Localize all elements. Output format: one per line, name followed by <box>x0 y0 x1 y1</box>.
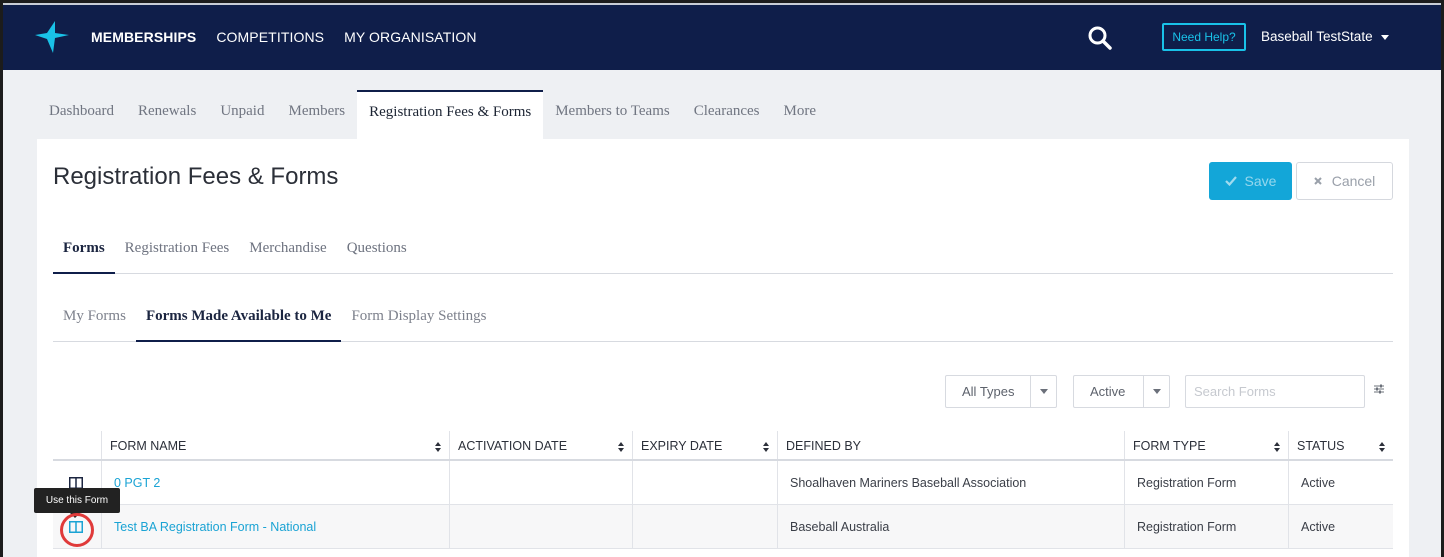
form-type-cell: Registration Form <box>1124 461 1288 504</box>
nav-competitions[interactable]: COMPETITIONS <box>216 29 324 45</box>
sort-icon <box>1379 442 1385 452</box>
col-header-activation-date[interactable]: ACTIVATION DATE <box>449 431 632 459</box>
highlight-annotation <box>60 513 94 547</box>
status-cell: Active <box>1288 505 1393 548</box>
tab-questions[interactable]: Questions <box>337 231 417 274</box>
cancel-label: Cancel <box>1331 173 1376 189</box>
search-forms-input[interactable] <box>1185 375 1365 408</box>
forms-subtabs: My Forms Forms Made Available to Me Form… <box>53 299 1393 342</box>
nav-memberships[interactable]: MEMBERSHIPS <box>91 29 196 45</box>
status-cell: Active <box>1288 461 1393 504</box>
tab-more[interactable]: More <box>772 90 829 140</box>
user-name: Baseball TestState <box>1261 29 1373 44</box>
tab-forms[interactable]: Forms <box>53 231 115 274</box>
tab-my-forms[interactable]: My Forms <box>53 299 136 342</box>
sort-icon <box>618 442 624 452</box>
logo-icon[interactable] <box>33 21 69 53</box>
sort-icon <box>435 442 441 452</box>
tab-clearances[interactable]: Clearances <box>682 90 772 140</box>
search-icon[interactable] <box>1087 25 1113 51</box>
cancel-button[interactable]: Cancel <box>1296 162 1393 200</box>
table-header: FORM NAME ACTIVATION DATE EXPIRY DATE DE… <box>53 431 1393 461</box>
form-name-link[interactable]: Test BA Registration Form - National <box>101 505 449 548</box>
expiry-date-cell <box>632 505 777 548</box>
user-menu[interactable]: Baseball TestState <box>1261 29 1389 44</box>
save-button[interactable]: Save <box>1209 162 1292 200</box>
form-name-link[interactable]: 0 PGT 2 <box>101 461 449 504</box>
need-help-button[interactable]: Need Help? <box>1162 23 1246 51</box>
save-label: Save <box>1244 173 1277 189</box>
col-header-expiry-date[interactable]: EXPIRY DATE <box>632 431 777 459</box>
page-title: Registration Fees & Forms <box>53 163 339 190</box>
tab-dashboard[interactable]: Dashboard <box>37 90 126 140</box>
tab-members[interactable]: Members <box>276 90 357 140</box>
chevron-down-icon <box>1380 35 1389 40</box>
main-card: Registration Fees & Forms Save Cancel Fo… <box>37 139 1409 557</box>
type-filter-value: All Types <box>962 384 1015 399</box>
app-frame: MEMBERSHIPS COMPETITIONS MY ORGANISATION… <box>3 3 1441 557</box>
tab-merchandise[interactable]: Merchandise <box>239 231 336 274</box>
tab-members-to-teams[interactable]: Members to Teams <box>543 90 682 140</box>
nav-my-organisation[interactable]: MY ORGANISATION <box>344 29 476 45</box>
expiry-date-cell <box>632 461 777 504</box>
activation-date-cell <box>449 505 632 548</box>
col-header-action <box>53 431 101 459</box>
status-filter-value: Active <box>1090 384 1126 399</box>
tab-forms-made-available[interactable]: Forms Made Available to Me <box>135 299 342 342</box>
defined-by-cell: Baseball Australia <box>777 505 1124 548</box>
sort-icon <box>763 442 769 452</box>
col-header-defined-by: DEFINED BY <box>777 431 1124 459</box>
forms-table: FORM NAME ACTIVATION DATE EXPIRY DATE DE… <box>53 431 1393 549</box>
main-nav: MEMBERSHIPS COMPETITIONS MY ORGANISATION <box>91 29 477 45</box>
col-header-form-type[interactable]: FORM TYPE <box>1124 431 1288 459</box>
secondary-nav: Dashboard Renewals Unpaid Members Regist… <box>37 90 828 140</box>
tab-renewals[interactable]: Renewals <box>126 90 208 140</box>
filter-settings-icon[interactable] <box>1373 383 1385 395</box>
tab-unpaid[interactable]: Unpaid <box>208 90 276 140</box>
tab-registration-fees-forms[interactable]: Registration Fees & Forms <box>357 90 544 140</box>
top-navbar: MEMBERSHIPS COMPETITIONS MY ORGANISATION… <box>3 3 1441 70</box>
chevron-down-icon <box>1030 376 1056 407</box>
chevron-down-icon <box>1143 376 1169 407</box>
col-header-form-name[interactable]: FORM NAME <box>101 431 449 459</box>
type-filter-select[interactable]: All Types <box>945 375 1057 408</box>
activation-date-cell <box>449 461 632 504</box>
form-type-cell: Registration Form <box>1124 505 1288 548</box>
tab-form-display-settings[interactable]: Form Display Settings <box>341 299 496 342</box>
defined-by-cell: Shoalhaven Mariners Baseball Association <box>777 461 1124 504</box>
table-row: Test BA Registration Form - National Bas… <box>53 505 1393 549</box>
sort-icon <box>1274 442 1280 452</box>
table-row: 0 PGT 2 Shoalhaven Mariners Baseball Ass… <box>53 461 1393 505</box>
status-filter-select[interactable]: Active <box>1073 375 1170 408</box>
tab-registration-fees[interactable]: Registration Fees <box>115 231 240 274</box>
check-icon <box>1224 176 1237 186</box>
close-icon <box>1313 177 1322 185</box>
col-header-status[interactable]: STATUS <box>1288 431 1393 459</box>
use-form-tooltip: Use this Form <box>34 488 120 518</box>
section-tabs: Forms Registration Fees Merchandise Ques… <box>53 231 1393 274</box>
